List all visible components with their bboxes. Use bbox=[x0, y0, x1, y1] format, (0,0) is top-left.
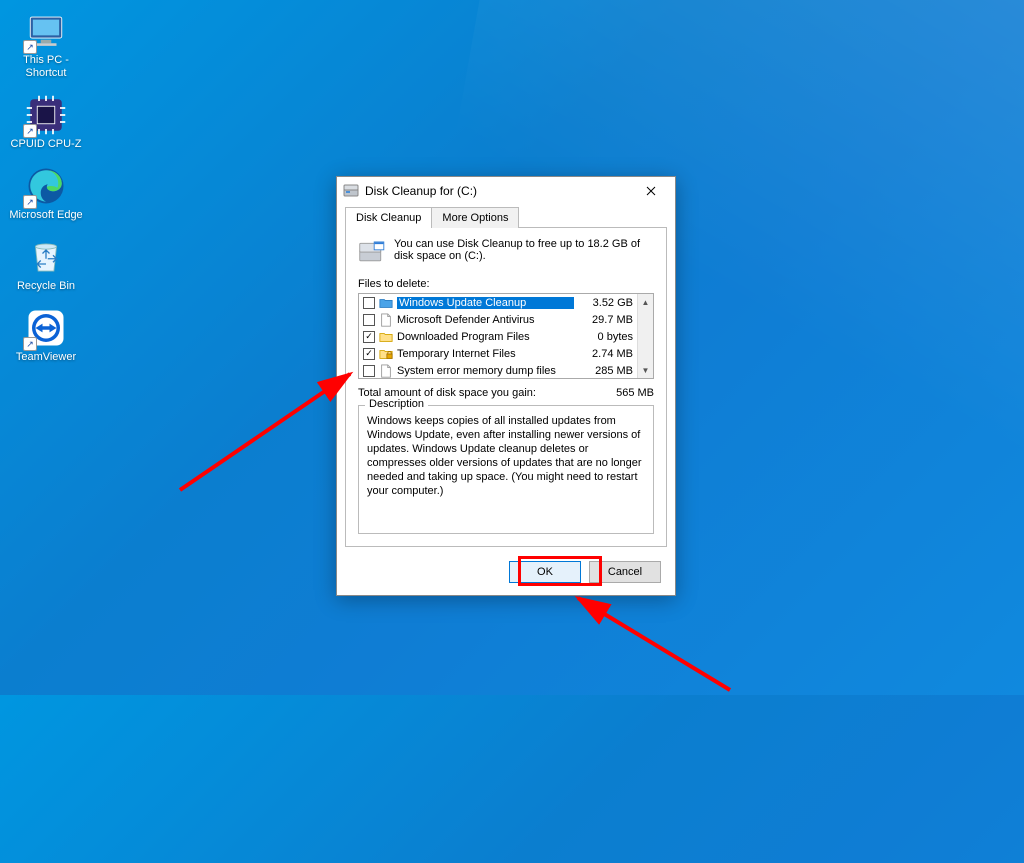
file-row-icon bbox=[379, 347, 393, 361]
disk-cleanup-dialog: Disk Cleanup for (C:) Disk Cleanup More … bbox=[336, 176, 676, 596]
file-size: 2.74 MB bbox=[578, 348, 633, 360]
desktop-icon-recycle-bin[interactable]: Recycle Bin bbox=[8, 236, 84, 293]
desktop-icon-edge[interactable]: ↗ Microsoft Edge bbox=[8, 165, 84, 222]
tab-disk-cleanup[interactable]: Disk Cleanup bbox=[345, 207, 431, 228]
tab-content: You can use Disk Cleanup to free up to 1… bbox=[345, 228, 667, 547]
file-checkbox[interactable] bbox=[363, 365, 375, 377]
desktop-icon-label: Recycle Bin bbox=[17, 280, 75, 293]
file-list-row[interactable]: Windows Update Cleanup 3.52 GB bbox=[359, 294, 637, 311]
desktop-icon-teamviewer[interactable]: ↗ TeamViewer bbox=[8, 307, 84, 364]
close-icon bbox=[646, 186, 656, 196]
shortcut-arrow-icon: ↗ bbox=[23, 40, 37, 54]
file-name: Windows Update Cleanup bbox=[397, 297, 574, 309]
dialog-title: Disk Cleanup for (C:) bbox=[365, 184, 633, 198]
desktop-icon-label: TeamViewer bbox=[16, 351, 76, 364]
shortcut-arrow-icon: ↗ bbox=[23, 124, 37, 138]
ok-button[interactable]: OK bbox=[509, 561, 581, 583]
desktop-icon-label: This PC - Shortcut bbox=[8, 54, 84, 80]
file-size: 29.7 MB bbox=[578, 314, 633, 326]
file-row-icon bbox=[379, 313, 393, 327]
annotation-arrow-bottom bbox=[560, 590, 740, 700]
desktop-icon-label: Microsoft Edge bbox=[9, 209, 82, 222]
file-checkbox[interactable] bbox=[363, 314, 375, 326]
dialog-buttons: OK Cancel bbox=[337, 555, 675, 595]
file-checkbox[interactable] bbox=[363, 297, 375, 309]
desktop-icon-this-pc[interactable]: ↗ This PC - Shortcut bbox=[8, 10, 84, 80]
file-name: System error memory dump files bbox=[397, 365, 574, 377]
files-to-delete-label: Files to delete: bbox=[358, 278, 654, 290]
file-row-icon bbox=[379, 330, 393, 344]
file-row-icon bbox=[379, 296, 393, 310]
description-text: Windows keeps copies of all installed up… bbox=[367, 414, 645, 498]
shortcut-arrow-icon: ↗ bbox=[23, 195, 37, 209]
total-value: 565 MB bbox=[616, 387, 654, 399]
tab-more-options[interactable]: More Options bbox=[431, 207, 519, 228]
desktop-icons: ↗ This PC - Shortcut ↗ CPUID CPU-Z ↗ Mic… bbox=[8, 10, 98, 378]
disk-cleanup-icon bbox=[343, 183, 359, 199]
files-list: Windows Update Cleanup 3.52 GB Microsoft D… bbox=[358, 293, 654, 379]
file-name: Downloaded Program Files bbox=[397, 331, 574, 343]
description-label: Description bbox=[365, 398, 428, 410]
scroll-down-button[interactable]: ▼ bbox=[638, 362, 653, 378]
file-list-row[interactable]: System error memory dump files 285 MB bbox=[359, 362, 637, 378]
shortcut-arrow-icon: ↗ bbox=[23, 337, 37, 351]
file-list-row[interactable]: ✓ Downloaded Program Files 0 bytes bbox=[359, 328, 637, 345]
file-name: Microsoft Defender Antivirus bbox=[397, 314, 574, 326]
scroll-up-button[interactable]: ▲ bbox=[638, 294, 653, 310]
close-button[interactable] bbox=[633, 180, 669, 202]
file-checkbox[interactable]: ✓ bbox=[363, 348, 375, 360]
file-name: Temporary Internet Files bbox=[397, 348, 574, 360]
file-checkbox[interactable]: ✓ bbox=[363, 331, 375, 343]
scrollbar[interactable]: ▲ ▼ bbox=[637, 294, 653, 378]
file-size: 3.52 GB bbox=[578, 297, 633, 309]
desktop-icon-cpuz[interactable]: ↗ CPUID CPU-Z bbox=[8, 94, 84, 151]
file-size: 0 bytes bbox=[578, 331, 633, 343]
description-group: Description Windows keeps copies of all … bbox=[358, 405, 654, 534]
intro-text: You can use Disk Cleanup to free up to 1… bbox=[394, 238, 654, 266]
file-list-row[interactable]: Microsoft Defender Antivirus 29.7 MB bbox=[359, 311, 637, 328]
file-list-row[interactable]: ✓ Temporary Internet Files 2.74 MB bbox=[359, 345, 637, 362]
titlebar[interactable]: Disk Cleanup for (C:) bbox=[337, 177, 675, 205]
file-row-icon bbox=[379, 364, 393, 378]
drive-icon bbox=[358, 238, 386, 266]
file-size: 285 MB bbox=[578, 365, 633, 377]
tab-bar: Disk Cleanup More Options bbox=[337, 205, 675, 228]
desktop-icon-label: CPUID CPU-Z bbox=[11, 138, 82, 151]
cancel-button[interactable]: Cancel bbox=[589, 561, 661, 583]
